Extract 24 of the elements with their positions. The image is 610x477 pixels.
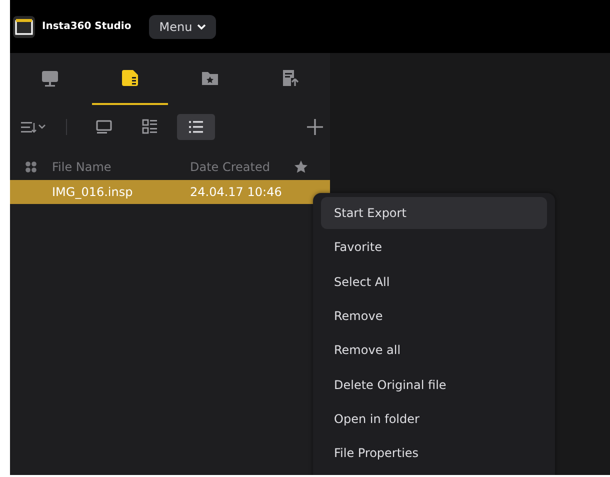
date-created: 24.04.17 10:46	[190, 185, 283, 199]
clapperboard-icon	[13, 16, 35, 38]
monitor-icon	[40, 68, 60, 88]
file-name: IMG_016.insp	[52, 185, 134, 199]
grid-icon	[25, 161, 37, 173]
chevron-down-icon	[197, 24, 206, 30]
column-header[interactable]: File Name	[52, 160, 112, 174]
menu-item[interactable]: File Properties	[321, 437, 547, 470]
app-title: Insta360 Studio	[42, 21, 132, 32]
column-header[interactable]: Date Created	[190, 160, 270, 174]
document-upload-icon	[280, 68, 300, 88]
menu-item[interactable]: Delete Original file	[321, 368, 547, 401]
menu-item[interactable]: Favorite	[321, 231, 547, 264]
menu-item[interactable]: Remove	[321, 300, 547, 332]
star-icon[interactable]	[294, 160, 308, 174]
menu-item[interactable]: Remove all	[321, 334, 547, 366]
menu-item[interactable]: Select All	[321, 266, 547, 298]
sd-card-icon	[120, 68, 140, 88]
menu-item[interactable]: Open in folder	[321, 402, 547, 436]
menu-item[interactable]: Start Export	[321, 197, 547, 230]
sort-button[interactable]	[20, 119, 48, 135]
menu-button[interactable]: Menu	[149, 14, 216, 38]
view-button[interactable]	[177, 114, 215, 140]
add-button[interactable]	[306, 118, 324, 136]
